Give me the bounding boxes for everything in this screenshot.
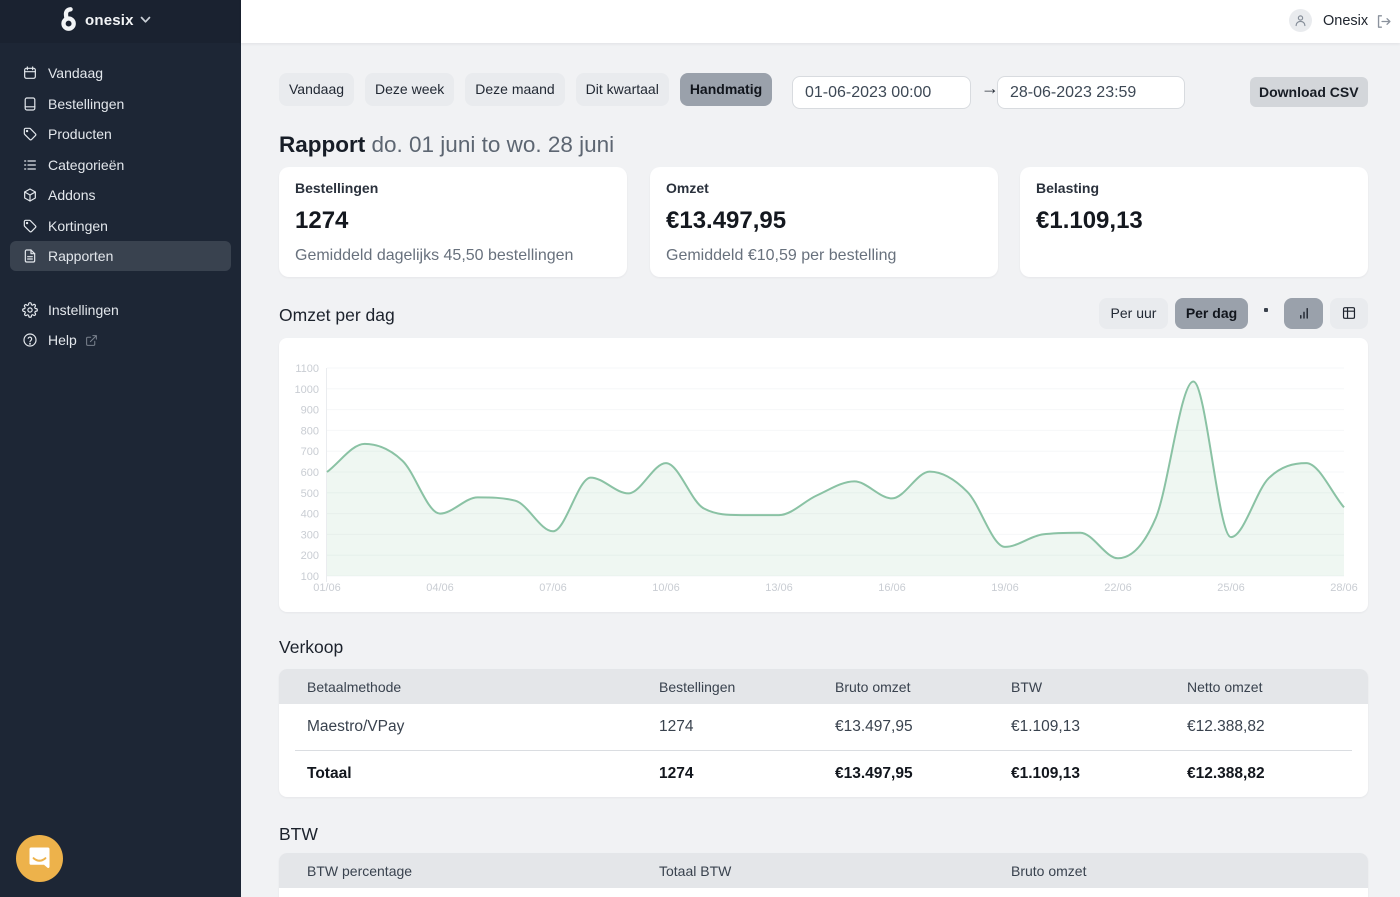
svg-text:300: 300	[301, 529, 319, 541]
svg-text:700: 700	[301, 446, 319, 458]
svg-text:28/06: 28/06	[1330, 582, 1358, 594]
svg-text:900: 900	[301, 405, 319, 417]
svg-text:01/06: 01/06	[313, 582, 341, 594]
svg-text:600: 600	[301, 467, 319, 479]
svg-text:07/06: 07/06	[539, 582, 567, 594]
svg-text:22/06: 22/06	[1104, 582, 1132, 594]
svg-text:25/06: 25/06	[1217, 582, 1245, 594]
svg-text:1000: 1000	[295, 384, 319, 396]
svg-text:19/06: 19/06	[991, 582, 1019, 594]
svg-text:10/06: 10/06	[652, 582, 680, 594]
svg-text:04/06: 04/06	[426, 582, 454, 594]
svg-text:1100: 1100	[295, 363, 319, 375]
svg-text:16/06: 16/06	[878, 582, 906, 594]
svg-text:200: 200	[301, 550, 319, 562]
svg-text:400: 400	[301, 509, 319, 521]
svg-text:500: 500	[301, 488, 319, 500]
svg-text:13/06: 13/06	[765, 582, 793, 594]
svg-text:800: 800	[301, 425, 319, 437]
